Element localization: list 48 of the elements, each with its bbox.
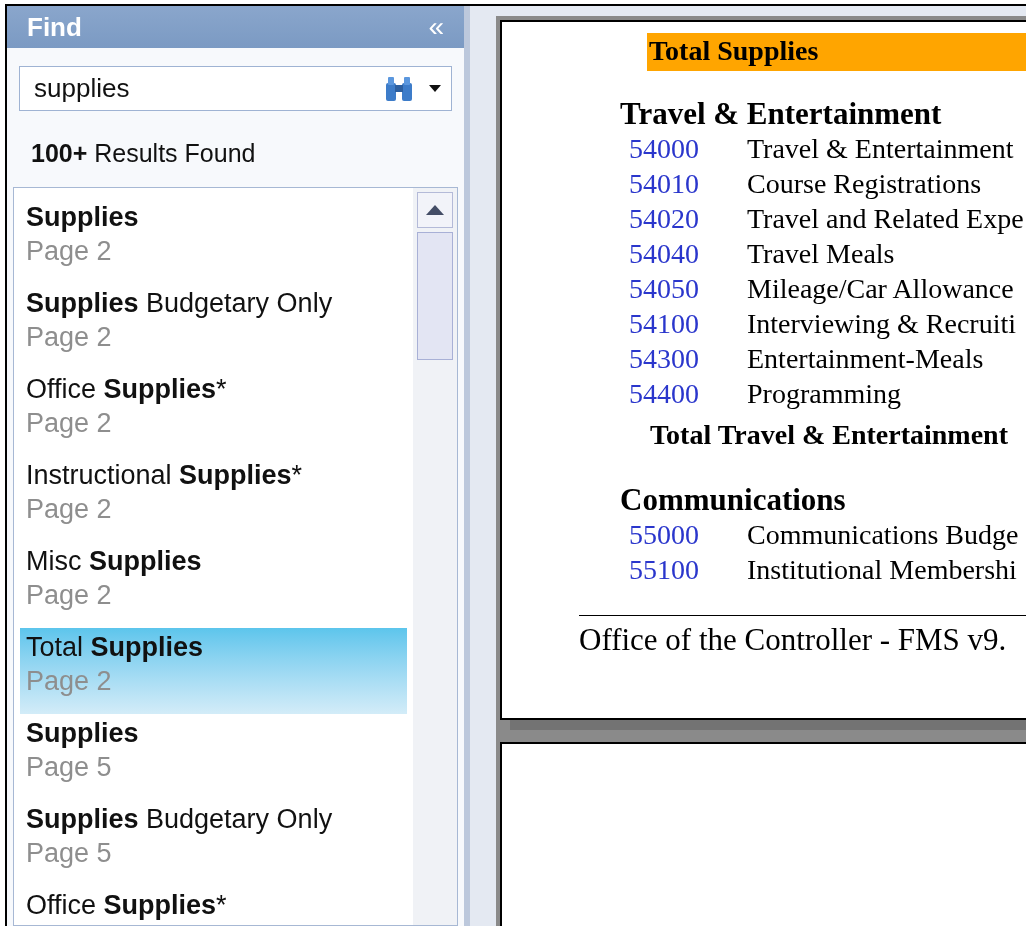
section-total: Total Travel & Entertainment [649, 418, 1009, 452]
panel-title: Find [27, 10, 82, 44]
result-title: Total Supplies [26, 630, 205, 664]
scroll-thumb[interactable] [417, 231, 453, 360]
result-item[interactable]: Total Supplies Page 2 [20, 627, 407, 714]
result-item[interactable]: Supplies Budgetary Only Page 5 [20, 799, 407, 886]
result-page: Page 2 [26, 492, 113, 526]
result-title: Office Supplies* [26, 372, 228, 406]
account-name: Travel Meals [747, 236, 895, 271]
result-page: Page 5 [26, 836, 113, 870]
highlighted-total: Total Supplies [647, 33, 1026, 71]
binoculars-icon[interactable] [383, 75, 415, 102]
results-count: 100+ Results Found [30, 138, 257, 169]
account-name: Mileage/Car Allowance [747, 271, 1014, 306]
result-item[interactable]: Supplies Page 5 [20, 713, 407, 800]
account-name: Programming [747, 376, 901, 411]
result-item[interactable]: Supplies Budgetary Only Page 2 [20, 283, 407, 370]
result-page: Page 2 [26, 664, 113, 698]
result-title: Office Supplies* [26, 888, 228, 922]
result-title: Supplies Budgetary Only [26, 802, 334, 836]
account-name: Travel and Related Expe [747, 201, 1024, 236]
result-page: Page 5 [26, 750, 113, 784]
result-page: Page 2 [26, 578, 113, 612]
scrollbar[interactable] [413, 187, 457, 925]
account-name: Communications Budge [747, 517, 1019, 552]
result-item[interactable]: Instructional Supplies* Page 2 [20, 455, 407, 542]
result-page: Page 2 [26, 234, 113, 268]
account-name: Institutional Membershi [747, 552, 1017, 587]
result-item[interactable]: Misc Supplies Page 2 [20, 541, 407, 628]
result-title: Supplies Budgetary Only [26, 286, 334, 320]
result-page: Page 2 [26, 320, 113, 354]
result-title: Supplies [26, 716, 140, 750]
result-title: Instructional Supplies* [26, 458, 304, 492]
page-footer: Office of the Controller - FMS v9. [579, 615, 1026, 664]
search-bar[interactable]: supplies [19, 66, 452, 111]
result-title: Misc Supplies [26, 544, 203, 578]
result-item[interactable]: Supplies Page 2 [20, 197, 407, 284]
result-item[interactable]: Office Supplies* [20, 885, 407, 925]
account-name: Travel & Entertainment [747, 131, 1014, 166]
account-name: Interviewing & Recruiti [747, 306, 1017, 341]
dropdown-caret-icon[interactable] [429, 84, 441, 93]
result-item[interactable]: Office Supplies* Page 2 [20, 369, 407, 456]
account-name: Entertainment-Meals [747, 341, 984, 376]
account-name: Course Registrations [747, 166, 982, 201]
result-title: Supplies [26, 200, 140, 234]
result-page: Page 2 [26, 406, 113, 440]
scroll-up-icon[interactable] [426, 204, 444, 215]
search-field[interactable]: supplies [34, 69, 383, 108]
